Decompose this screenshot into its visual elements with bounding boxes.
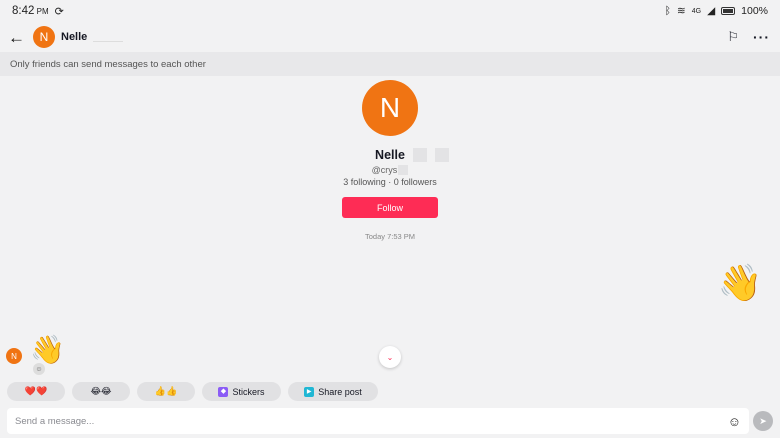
profile-handle-row: @crys <box>372 165 409 175</box>
message-composer: ☺ <box>7 408 749 434</box>
hearts-emoji: ❤️❤️ <box>24 386 48 396</box>
header-avatar-initial: N <box>39 30 49 44</box>
chevron-down-icon: ⌄ <box>386 352 394 362</box>
emoji-picker-icon[interactable]: ☺ <box>728 414 741 429</box>
send-icon: ➤ <box>759 415 767 426</box>
status-right: ᛒ ≋ 4G ◢ 100% <box>665 5 768 17</box>
network-type: 4G <box>691 7 702 15</box>
reaction-add-icon[interactable]: ☺ <box>33 363 45 375</box>
redacted-block <box>412 148 427 162</box>
message-input[interactable] <box>15 415 728 427</box>
sender-avatar[interactable]: N <box>6 348 22 364</box>
profile-avatar-initial: N <box>379 92 401 123</box>
profile-avatar[interactable]: N <box>362 80 418 136</box>
profile-name: Nelle <box>375 148 405 162</box>
flag-icon[interactable]: ⚐ <box>727 29 739 45</box>
status-ampm: PM <box>36 7 49 16</box>
status-bar: 8:42 PM ⟳ ᛒ ≋ 4G ◢ 100% <box>0 0 780 22</box>
stickers-label: Stickers <box>232 386 265 397</box>
share-icon: ▶ <box>304 386 315 397</box>
profile-name-row: Nelle <box>375 148 449 162</box>
redacted-block <box>434 148 449 162</box>
chat-header: ← N Nelle ⚐ ··· <box>0 22 780 52</box>
scroll-down-button[interactable]: ⌄ <box>379 346 401 368</box>
sender-avatar-initial: N <box>11 351 17 361</box>
laugh-emoji: 😂😂 <box>90 386 112 396</box>
sync-icon: ⟳ <box>54 5 64 18</box>
quick-reply-laughs[interactable]: 😂😂 <box>72 382 130 401</box>
header-avatar[interactable]: N <box>33 26 55 48</box>
signal-icon: ◢ <box>707 5 716 17</box>
bluetooth-icon: ᛒ <box>664 5 671 17</box>
follow-button[interactable]: Follow <box>342 197 438 218</box>
profile-stats: 3 following · 0 followers <box>343 177 437 187</box>
share-post-button[interactable]: ▶ Share post <box>288 382 378 401</box>
quick-reply-bar: ❤️❤️ 😂😂 👍👍 ◆ Stickers ▶ Share post <box>7 382 378 401</box>
share-post-label: Share post <box>318 386 362 397</box>
redacted-block <box>398 165 409 175</box>
wifi-icon: ≋ <box>676 5 686 17</box>
profile-card: N Nelle @crys 3 following · 0 followers … <box>0 80 780 241</box>
profile-handle: @crys <box>371 165 398 175</box>
thumbs-emoji: 👍👍 <box>154 386 178 396</box>
status-time-value: 8:42 <box>12 5 35 17</box>
send-button[interactable]: ➤ <box>753 411 773 431</box>
message-timestamp: Today 7:53 PM <box>364 232 416 241</box>
battery-percent: 100% <box>741 5 768 17</box>
back-arrow-icon[interactable]: ← <box>8 29 28 46</box>
status-left: 8:42 PM ⟳ <box>12 5 64 18</box>
header-actions: ⚐ ··· <box>727 29 772 45</box>
redacted-text <box>93 40 124 42</box>
stickers-button[interactable]: ◆ Stickers <box>202 382 281 401</box>
more-icon[interactable]: ··· <box>753 29 770 45</box>
sticker-icon: ◆ <box>218 386 229 397</box>
friends-only-notice: Only friends can send messages to each o… <box>0 52 780 76</box>
quick-reply-hearts[interactable]: ❤️❤️ <box>7 382 65 401</box>
sent-wave-sticker[interactable]: 👋 <box>716 259 764 307</box>
status-time: 8:42 PM <box>12 5 49 17</box>
battery-icon <box>721 7 736 15</box>
header-name[interactable]: Nelle <box>61 31 87 43</box>
quick-reply-thumbs[interactable]: 👍👍 <box>137 382 195 401</box>
